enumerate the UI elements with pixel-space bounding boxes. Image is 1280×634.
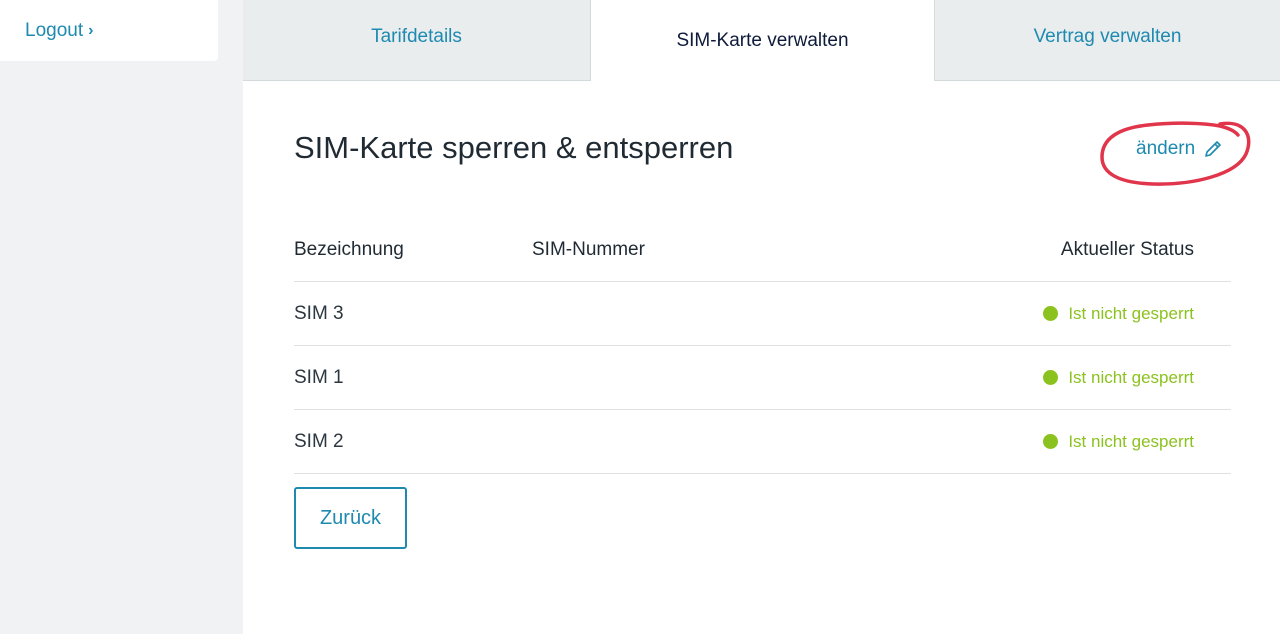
table-header: Bezeichnung SIM-Nummer Aktueller Status (294, 218, 1231, 282)
tab-bar: Tarifdetails SIM-Karte verwalten Vertrag… (243, 0, 1280, 81)
sim-name: SIM 3 (294, 302, 344, 324)
sim-name: SIM 2 (294, 430, 344, 452)
back-button[interactable]: Zurück (294, 487, 407, 549)
status-text: Ist nicht gesperrt (1068, 303, 1194, 323)
status-text: Ist nicht gesperrt (1068, 367, 1194, 387)
sim-name: SIM 1 (294, 366, 344, 388)
tab-label: Tarifdetails (371, 26, 462, 47)
table-row: SIM 2 Ist nicht gesperrt (294, 410, 1231, 474)
sidebar: Logout › (0, 0, 243, 634)
main-content: Tarifdetails SIM-Karte verwalten Vertrag… (243, 0, 1280, 634)
edit-label: ändern (1136, 138, 1196, 159)
status-text: Ist nicht gesperrt (1068, 431, 1194, 451)
status-cell: Ist nicht gesperrt (952, 432, 1194, 452)
pencil-icon (1203, 139, 1223, 159)
page: Logout › Tarifdetails SIM-Karte verwalte… (0, 0, 1280, 634)
status-dot-icon (1043, 370, 1059, 385)
header-number: SIM-Nummer (532, 238, 645, 260)
logout-link[interactable]: Logout › (0, 0, 218, 61)
tab-sim-karte-verwalten[interactable]: SIM-Karte verwalten (590, 0, 935, 81)
tab-label: SIM-Karte verwalten (676, 29, 849, 51)
tab-vertrag-verwalten[interactable]: Vertrag verwalten (935, 0, 1280, 81)
status-cell: Ist nicht gesperrt (952, 368, 1194, 388)
tab-tarifdetails[interactable]: Tarifdetails (243, 0, 590, 81)
tab-label: Vertrag verwalten (1033, 26, 1182, 47)
sim-table: Bezeichnung SIM-Nummer Aktueller Status … (294, 218, 1231, 474)
logout-label: Logout (25, 19, 84, 41)
edit-link[interactable]: ändern (1136, 138, 1223, 160)
table-row: SIM 1 Ist nicht gesperrt (294, 346, 1231, 410)
chevron-right-icon: › (88, 21, 94, 39)
status-dot-icon (1043, 306, 1059, 321)
header-status: Aktueller Status (1060, 238, 1194, 260)
header-name: Bezeichnung (294, 238, 404, 260)
status-dot-icon (1043, 434, 1059, 449)
table-row: SIM 3 Ist nicht gesperrt (294, 282, 1231, 346)
section-title: SIM-Karte sperren & entsperren (294, 130, 734, 165)
status-cell: Ist nicht gesperrt (952, 304, 1194, 324)
